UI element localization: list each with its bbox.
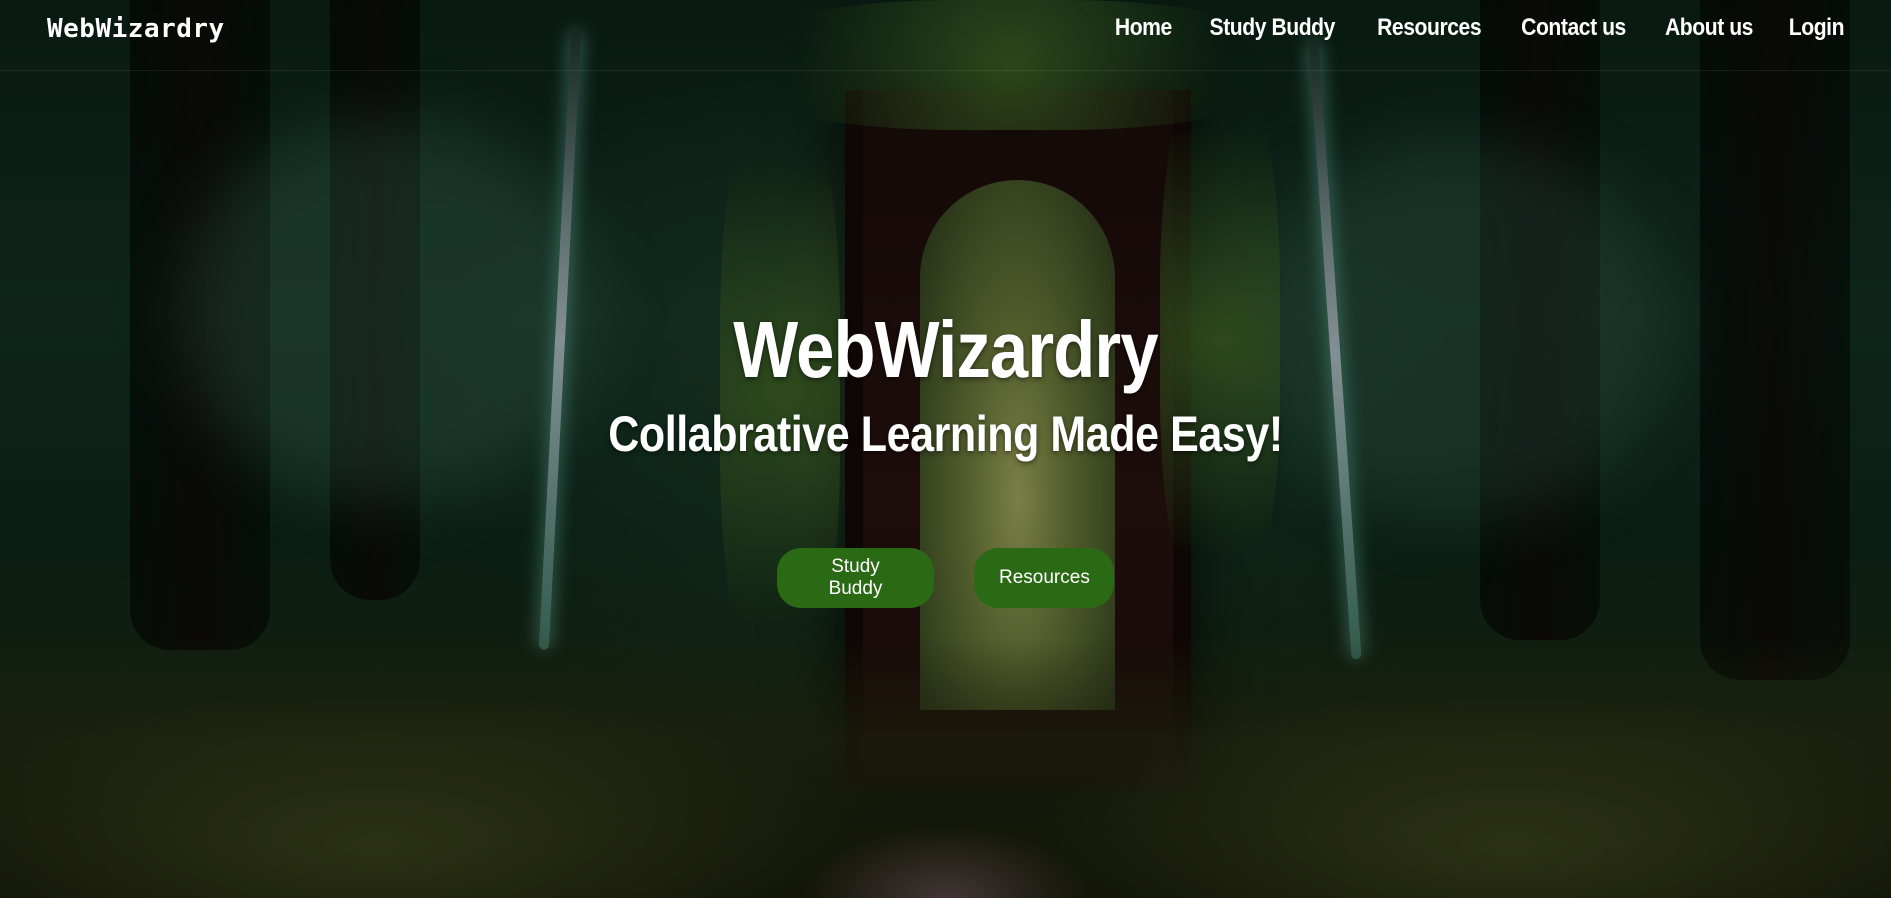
nav-item-home: Home <box>1111 14 1176 42</box>
resources-button[interactable]: Resources <box>974 548 1114 608</box>
study-buddy-button[interactable]: Study Buddy <box>777 548 934 608</box>
hero-content: WebWizardry Collabrative Learning Made E… <box>0 300 1891 468</box>
nav-link-resources[interactable]: Resources <box>1377 14 1481 42</box>
nav-links: Home Study Buddy Resources Contact us Ab… <box>1111 14 1848 42</box>
nav-link-contact-us[interactable]: Contact us <box>1521 14 1626 42</box>
nav-link-about-us[interactable]: About us <box>1665 14 1753 42</box>
brand-logo[interactable]: WebWizardry <box>47 14 225 44</box>
hero-title: WebWizardry <box>733 305 1158 394</box>
nav-item-login: Login <box>1785 14 1848 42</box>
hero-subtitle: Collabrative Learning Made Easy! <box>608 406 1283 462</box>
nav-item-study-buddy: Study Buddy <box>1201 14 1344 42</box>
navbar: WebWizardry Home Study Buddy Resources C… <box>0 0 1891 71</box>
nav-link-login[interactable]: Login <box>1789 14 1845 42</box>
nav-item-contact: Contact us <box>1514 14 1633 42</box>
nav-link-study-buddy[interactable]: Study Buddy <box>1210 14 1336 42</box>
nav-item-resources: Resources <box>1370 14 1488 42</box>
hero-buttons: Study Buddy Resources <box>0 548 1891 608</box>
nav-link-home[interactable]: Home <box>1115 14 1172 42</box>
nav-item-about: About us <box>1659 14 1759 42</box>
